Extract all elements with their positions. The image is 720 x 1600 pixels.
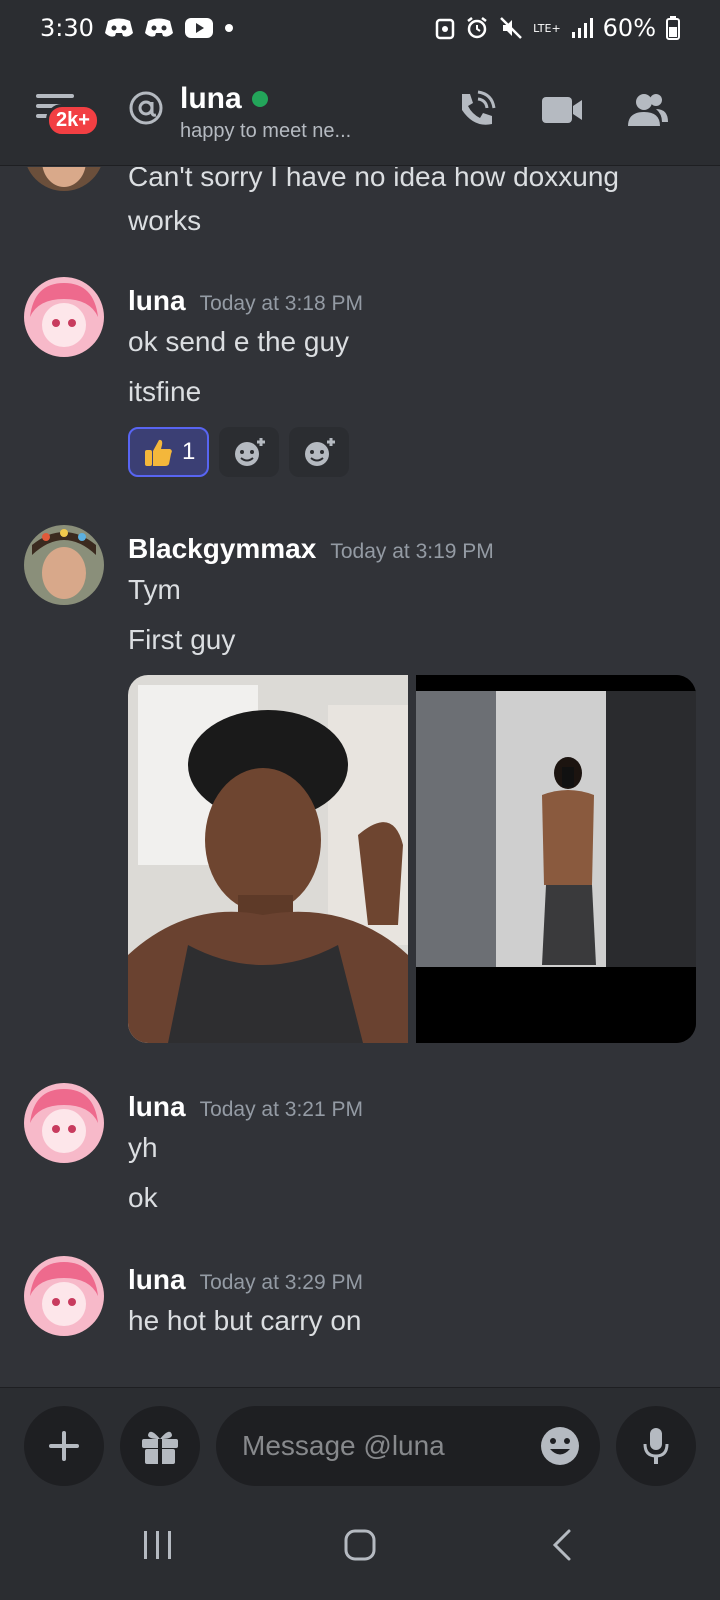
status-bar: 3:30 LTE+ 60% <box>0 0 720 56</box>
chat-header: 2k+ luna happy to meet ne... <box>0 56 720 166</box>
alarm-icon <box>465 16 489 40</box>
plus-icon <box>49 1431 79 1461</box>
microphone-icon <box>643 1428 669 1464</box>
recycle-icon <box>435 16 455 40</box>
at-sign-icon <box>128 90 164 126</box>
discord-notification-icon <box>104 17 134 39</box>
avatar[interactable] <box>24 1083 104 1163</box>
attach-button[interactable] <box>24 1406 104 1486</box>
phone-call-icon <box>462 90 496 125</box>
unread-badge: 2k+ <box>46 104 100 137</box>
selfie-photo-image <box>128 675 408 1043</box>
message-author[interactable]: Blackgymmax Today at 3:19 PM <box>128 533 494 565</box>
avatar[interactable] <box>24 1256 104 1336</box>
smiley-icon <box>541 1427 579 1465</box>
add-reaction-icon <box>305 438 336 466</box>
message-timestamp: Today at 3:18 PM <box>199 292 363 315</box>
home-button[interactable] <box>338 1523 382 1567</box>
voice-message-button[interactable] <box>616 1406 696 1486</box>
message-text: he hot but carry on <box>128 1305 362 1336</box>
youtube-icon <box>184 17 214 39</box>
mute-icon <box>499 16 523 40</box>
message-timestamp: Today at 3:21 PM <box>199 1098 363 1121</box>
anime-avatar-image <box>24 277 104 357</box>
battery-icon <box>666 16 680 40</box>
system-nav-bar <box>0 1487 720 1600</box>
message-text: Can't sorry I have no idea how doxxung <box>128 167 619 192</box>
avatar[interactable] <box>24 525 104 605</box>
message-text: Tym <box>128 574 181 605</box>
author-name: luna <box>128 285 186 316</box>
anime-avatar-image <box>24 1083 104 1163</box>
battery-percent: 60% <box>602 14 656 42</box>
video-camera-icon <box>542 97 582 123</box>
message-author[interactable]: luna Today at 3:29 PM <box>128 1264 363 1296</box>
dm-name: luna <box>180 82 242 115</box>
message-timestamp: Today at 3:19 PM <box>330 540 494 563</box>
gift-button[interactable] <box>120 1406 200 1486</box>
signal-icon <box>571 18 593 38</box>
status-left: 3:30 <box>40 14 234 42</box>
dm-custom-status: happy to meet ne... <box>180 120 352 142</box>
recent-apps-button[interactable] <box>136 1523 180 1567</box>
more-notifications-dot-icon <box>224 23 234 33</box>
clock: 3:30 <box>40 14 94 42</box>
image-attachments <box>128 675 696 1043</box>
anime-avatar-image <box>24 1256 104 1336</box>
network-type: LTE+ <box>533 21 561 35</box>
home-icon <box>344 1529 376 1561</box>
back-button[interactable] <box>540 1523 584 1567</box>
status-right: LTE+ 60% <box>435 14 680 42</box>
dm-title[interactable]: luna <box>180 82 268 116</box>
message-timestamp: Today at 3:29 PM <box>199 1271 363 1294</box>
voice-call-button[interactable] <box>452 86 500 134</box>
message-text: yh <box>128 1132 158 1163</box>
message-text: ok <box>128 1182 158 1213</box>
mirror-photo-image <box>416 675 696 1043</box>
thumbs-up-icon <box>145 439 172 466</box>
author-name: Blackgymmax <box>128 533 317 564</box>
author-name: luna <box>128 1264 186 1295</box>
emoji-button[interactable] <box>540 1426 580 1466</box>
user-avatar-image <box>24 167 104 191</box>
attachment-image-selfie[interactable] <box>128 675 408 1043</box>
message-placeholder: Message @luna <box>242 1430 445 1461</box>
message-author[interactable]: luna Today at 3:18 PM <box>128 285 363 317</box>
message-composer: Message @luna <box>0 1387 720 1487</box>
message-input[interactable]: Message @luna <box>216 1406 600 1486</box>
message-text: itsfine <box>128 376 202 407</box>
gift-icon <box>142 1431 178 1464</box>
super-reaction-icon <box>235 438 266 466</box>
discord-notification-icon <box>144 17 174 39</box>
recent-apps-icon <box>144 1531 171 1559</box>
message-text: First guy <box>128 624 236 655</box>
avatar[interactable] <box>24 277 104 357</box>
add-reaction-button[interactable] <box>289 427 350 477</box>
attachment-image-mirror[interactable] <box>416 675 696 1043</box>
reaction-count: 1 <box>182 438 196 465</box>
reaction-bar: 1 <box>128 427 350 477</box>
people-icon <box>628 94 668 126</box>
message-author[interactable]: luna Today at 3:21 PM <box>128 1091 363 1123</box>
online-status-dot <box>251 91 268 107</box>
avatar[interactable] <box>24 167 104 191</box>
video-call-button[interactable] <box>538 86 586 134</box>
message-text: works <box>128 205 202 236</box>
user-avatar-image <box>24 525 104 605</box>
add-super-reaction-button[interactable] <box>219 427 280 477</box>
members-button[interactable] <box>624 86 672 134</box>
message-text: ok send e the guy <box>128 326 350 357</box>
message-list[interactable]: Can't sorry I have no idea how doxxung w… <box>0 167 720 1387</box>
reaction-thumbs-up[interactable]: 1 <box>128 427 210 477</box>
back-chevron-icon <box>552 1529 571 1561</box>
author-name: luna <box>128 1091 186 1122</box>
